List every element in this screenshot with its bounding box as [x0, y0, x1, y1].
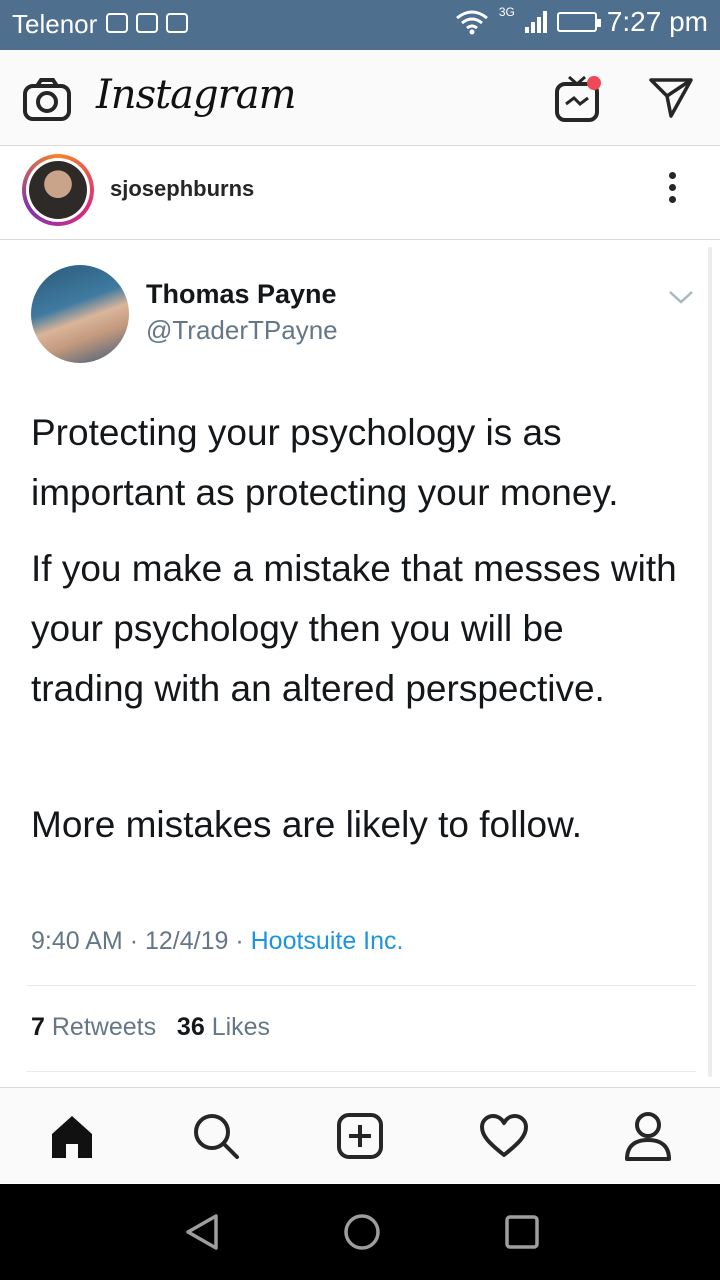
signal-icon: [524, 11, 547, 33]
notification-icons: [106, 13, 188, 33]
nav-add-post[interactable]: [334, 1110, 386, 1162]
tweet-paragraph: Protecting your psychology is as importa…: [31, 412, 619, 513]
chevron-down-icon: [669, 291, 693, 304]
tweet-paragraph: More mistakes are likely to follow.: [31, 804, 583, 845]
more-options-icon[interactable]: [664, 172, 680, 208]
clock: 7:27 pm: [606, 6, 708, 37]
android-nav-bar: [0, 1184, 720, 1280]
retweets-count: 7: [31, 1013, 45, 1041]
post-image-tweet[interactable]: Thomas Payne @TraderTPayne Protecting yo…: [0, 241, 720, 1087]
nav-profile[interactable]: [622, 1110, 674, 1162]
tweet-source: Hootsuite Inc.: [250, 927, 404, 955]
igtv-icon[interactable]: [554, 74, 604, 124]
instagram-screen: Telenor 3G 7:27 pm Instagram sjosephburn…: [0, 0, 720, 1280]
camera-icon[interactable]: [22, 78, 72, 122]
recents-icon[interactable]: [502, 1212, 542, 1252]
tweet-paragraph: If you make a mistake that messes with y…: [31, 548, 677, 709]
retweets-label: Retweets: [51, 1013, 157, 1041]
divider: [26, 985, 696, 986]
post-header: sjosephburns: [0, 146, 720, 240]
back-icon[interactable]: [182, 1212, 222, 1252]
scrollbar[interactable]: [708, 247, 712, 1077]
mail-icon: [106, 13, 128, 33]
likes-count: 36: [176, 1013, 205, 1041]
search-icon: [194, 1114, 239, 1159]
wifi-icon: [455, 10, 488, 35]
tweet-date: 12/4/19: [144, 927, 229, 955]
home-button-icon[interactable]: [342, 1212, 382, 1252]
likes-label: Likes: [211, 1013, 271, 1041]
tweet-meta: 9:40 AM · 12/4/19 · Hootsuite Inc.: [31, 927, 404, 955]
network-type: 3G: [498, 5, 515, 19]
nav-search[interactable]: [190, 1110, 242, 1162]
tweet-author-name: Thomas Payne: [146, 279, 337, 309]
bottom-nav: [0, 1087, 720, 1183]
heart-icon: [480, 1114, 528, 1157]
home-icon: [52, 1116, 92, 1158]
tweet-avatar: [31, 265, 129, 363]
add-post-icon: [337, 1113, 383, 1159]
post-username[interactable]: sjosephburns: [110, 176, 254, 202]
tweet-stats: 7 Retweets 36 Likes: [31, 1013, 270, 1042]
video-icon: [136, 13, 158, 33]
nav-home[interactable]: [46, 1110, 98, 1162]
app-header: Instagram: [0, 50, 720, 146]
nav-activity[interactable]: [478, 1110, 530, 1162]
notification-dot: [587, 76, 601, 90]
avatar[interactable]: [22, 154, 94, 226]
status-right: 3G 7:27 pm: [455, 5, 708, 38]
status-bar: Telenor 3G 7:27 pm: [0, 0, 720, 50]
tweet-author-handle: @TraderTPayne: [146, 315, 338, 345]
direct-message-icon[interactable]: [648, 76, 694, 118]
divider: [26, 1071, 696, 1072]
profile-icon: [625, 1112, 671, 1161]
carrier-name: Telenor: [12, 9, 98, 39]
video-icon: [166, 13, 188, 33]
battery-icon: [556, 12, 601, 32]
instagram-logo: Instagram: [96, 72, 297, 118]
tweet-time: 9:40 AM: [31, 927, 123, 955]
